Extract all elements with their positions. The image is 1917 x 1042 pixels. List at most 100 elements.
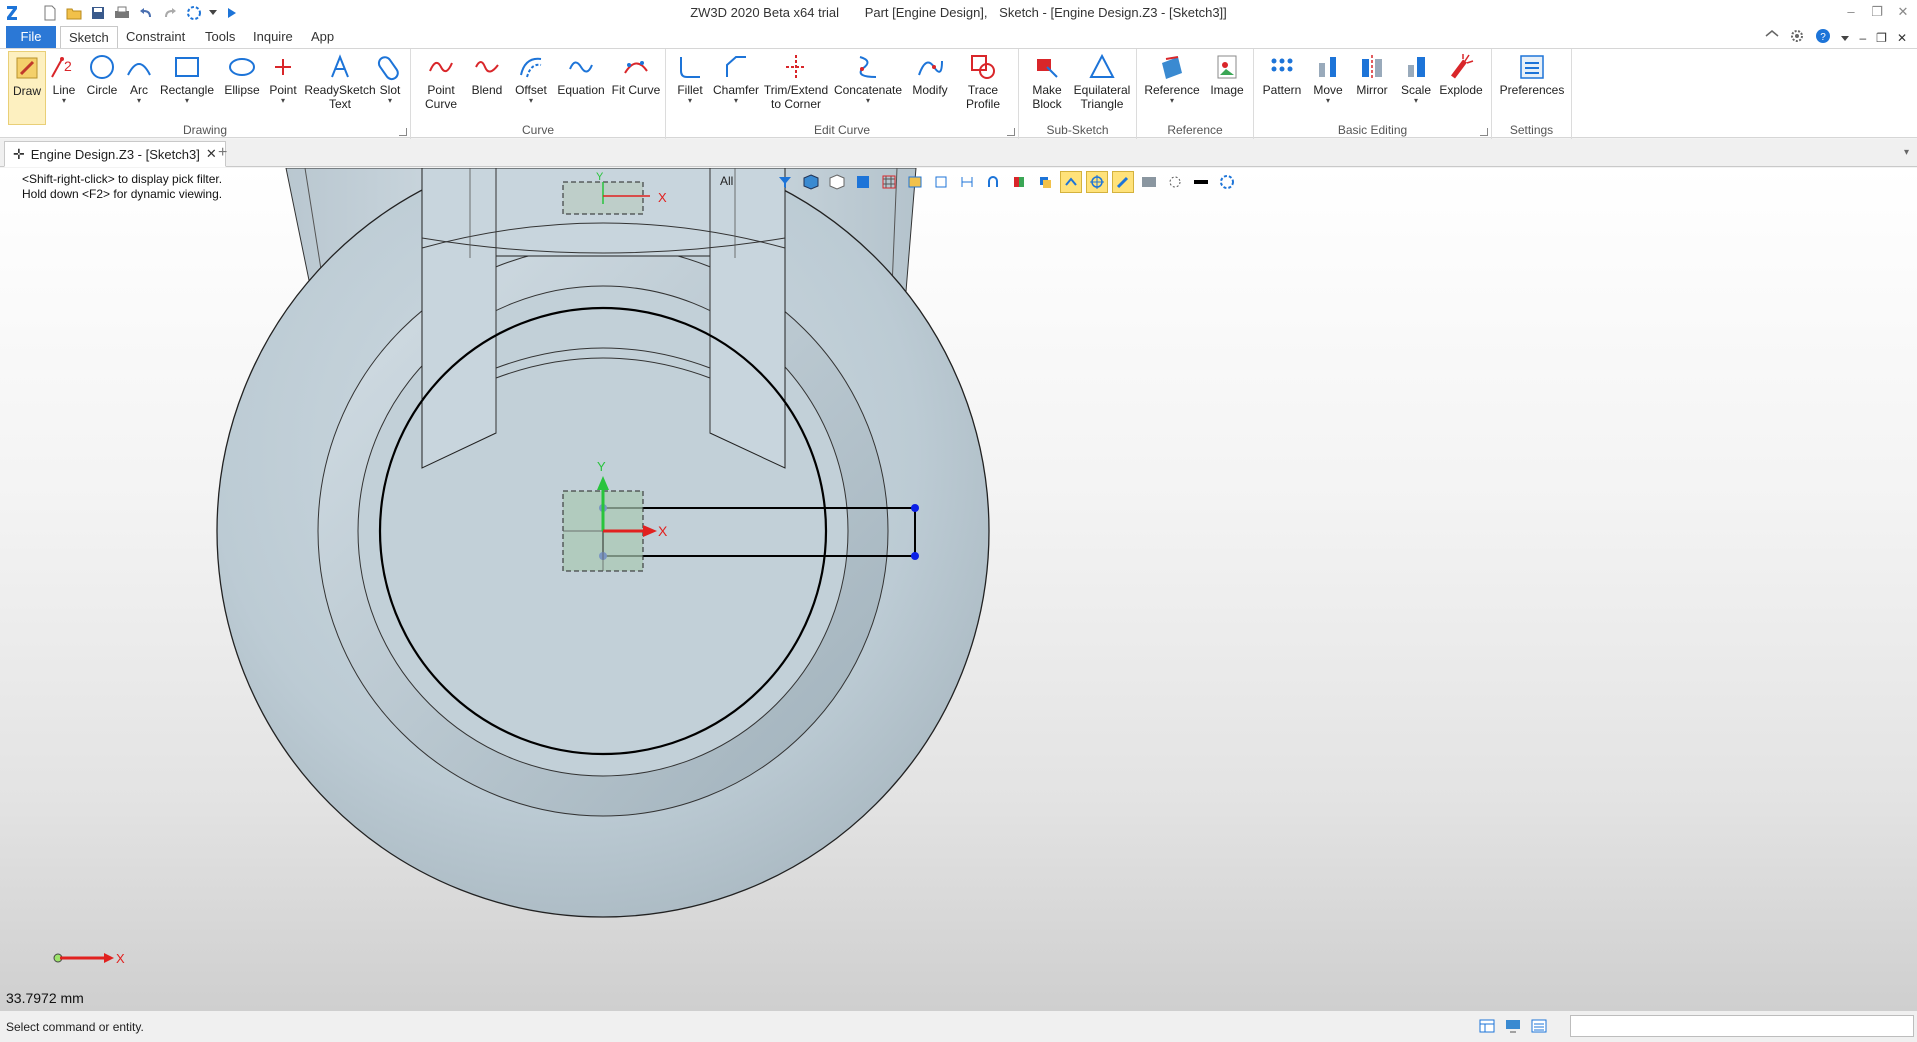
concatenate-button[interactable]: Concatenate ▾ bbox=[832, 51, 904, 125]
tab-list-dropdown-icon[interactable]: ▾ bbox=[1904, 147, 1909, 158]
magnet-icon[interactable] bbox=[982, 171, 1004, 193]
constraint-toggle-icon[interactable] bbox=[1060, 171, 1082, 193]
display-mode-icon[interactable] bbox=[852, 171, 874, 193]
layout-icon[interactable] bbox=[1478, 1017, 1496, 1035]
menu-bar: File Sketch Constraint Tools Inquire App… bbox=[0, 26, 1917, 48]
slot-icon bbox=[374, 51, 406, 83]
mirror-button[interactable]: Mirror bbox=[1350, 51, 1394, 125]
section-icon[interactable] bbox=[904, 171, 926, 193]
filter-funnel-icon[interactable] bbox=[774, 171, 796, 193]
status-icons bbox=[1478, 1017, 1548, 1035]
equation-icon bbox=[565, 51, 597, 83]
basic-editing-launcher-icon[interactable] bbox=[1480, 128, 1488, 136]
circle-button[interactable]: Circle bbox=[84, 51, 120, 125]
menu-right-tools: ? – ❐ ✕ bbox=[1765, 28, 1907, 47]
line-button[interactable]: 2 Line ▾ bbox=[48, 51, 80, 125]
list-icon[interactable] bbox=[1530, 1017, 1548, 1035]
offset-icon bbox=[515, 51, 547, 83]
maximize-button[interactable]: ❐ bbox=[1867, 2, 1887, 22]
help-dropdown-icon[interactable] bbox=[1841, 31, 1850, 45]
scale-button[interactable]: Scale ▾ bbox=[1398, 51, 1434, 125]
document-tab[interactable]: ✛ Engine Design.Z3 - [Sketch3] ✕ bbox=[4, 141, 226, 167]
reference-button[interactable]: Reference ▾ bbox=[1143, 51, 1201, 125]
gear-icon[interactable] bbox=[1789, 28, 1805, 47]
tab-sketch[interactable]: Sketch bbox=[60, 26, 118, 48]
rect-corner-handle[interactable] bbox=[911, 552, 919, 560]
top-datum-x-label: X bbox=[658, 190, 667, 205]
doc-restore-button[interactable]: ❐ bbox=[1876, 31, 1887, 45]
move-button[interactable]: Move ▾ bbox=[1308, 51, 1348, 125]
group-label-settings: Settings bbox=[1509, 123, 1554, 137]
measurement-readout: 33.7972 mm bbox=[6, 990, 84, 1006]
chamfer-icon bbox=[720, 51, 752, 83]
equilateral-triangle-button[interactable]: Equilateral Triangle bbox=[1071, 51, 1133, 125]
draw-button[interactable]: Draw bbox=[8, 51, 46, 125]
ellipse-button[interactable]: Ellipse bbox=[220, 51, 264, 125]
rectangle-button[interactable]: Rectangle ▾ bbox=[158, 51, 216, 125]
edit-curve-launcher-icon[interactable] bbox=[1007, 128, 1015, 136]
point-curve-button[interactable]: Point Curve bbox=[419, 51, 463, 125]
tab-app[interactable]: App bbox=[303, 26, 342, 48]
layer-icon[interactable] bbox=[1034, 171, 1056, 193]
close-window-button[interactable]: ✕ bbox=[1893, 2, 1913, 22]
offset-button[interactable]: Offset ▾ bbox=[511, 51, 551, 125]
tab-constraint[interactable]: Constraint bbox=[118, 26, 193, 48]
preferences-icon bbox=[1516, 51, 1548, 83]
screen-icon[interactable] bbox=[1504, 1017, 1522, 1035]
trim-extend-button[interactable]: Trim/Extend to Corner bbox=[764, 51, 828, 125]
dashed-select-icon[interactable] bbox=[1164, 171, 1186, 193]
zoom-fit-icon[interactable] bbox=[930, 171, 952, 193]
doc-close-button[interactable]: ✕ bbox=[1897, 31, 1907, 45]
tab-tools[interactable]: Tools bbox=[197, 26, 243, 48]
preferences-button[interactable]: Preferences bbox=[1498, 51, 1566, 125]
model-scene[interactable]: X Y X Y bbox=[0, 168, 1917, 1010]
dimension-icon[interactable] bbox=[956, 171, 978, 193]
trace-profile-button[interactable]: Trace Profile bbox=[958, 51, 1008, 125]
explode-icon bbox=[1445, 51, 1477, 83]
point-button[interactable]: Point ▾ bbox=[266, 51, 300, 125]
orbit-icon[interactable] bbox=[1216, 171, 1238, 193]
home-icon[interactable] bbox=[1765, 30, 1779, 45]
fit-curve-button[interactable]: Fit Curve bbox=[609, 51, 663, 125]
minimize-button[interactable]: – bbox=[1841, 2, 1861, 22]
pencil-toggle-icon[interactable] bbox=[1112, 171, 1134, 193]
slot-button[interactable]: Slot ▾ bbox=[374, 51, 406, 125]
arc-button[interactable]: Arc ▾ bbox=[124, 51, 154, 125]
circle-icon bbox=[86, 51, 118, 83]
rect-corner-handle[interactable] bbox=[911, 504, 919, 512]
help-icon[interactable]: ? bbox=[1815, 28, 1831, 47]
new-tab-icon[interactable]: + bbox=[218, 144, 227, 162]
grid-icon[interactable] bbox=[878, 171, 900, 193]
line-weight-icon[interactable] bbox=[1190, 171, 1212, 193]
snap-target-icon[interactable] bbox=[1086, 171, 1108, 193]
trim-icon bbox=[780, 51, 812, 83]
sketch-x-label: X bbox=[658, 523, 668, 539]
pattern-icon bbox=[1266, 51, 1298, 83]
readysketch-text-button[interactable]: ReadySketch Text bbox=[304, 51, 376, 125]
drawing-launcher-icon[interactable] bbox=[399, 128, 407, 136]
blend-icon bbox=[471, 51, 503, 83]
group-basic-editing: Pattern Move ▾ Mirror Scale ▾ Explode Ba… bbox=[1254, 49, 1492, 139]
pick-filter-dropdown[interactable]: All bbox=[720, 174, 733, 188]
make-block-button[interactable]: Make Block bbox=[1027, 51, 1067, 125]
tab-inquire[interactable]: Inquire bbox=[245, 26, 301, 48]
draw-icon bbox=[11, 52, 43, 84]
equation-button[interactable]: Equation bbox=[555, 51, 607, 125]
blend-button[interactable]: Blend bbox=[467, 51, 507, 125]
view-cube-icon[interactable] bbox=[826, 171, 848, 193]
file-menu[interactable]: File bbox=[6, 26, 56, 48]
doc-minimize-button[interactable]: – bbox=[1859, 31, 1866, 45]
color-icon[interactable] bbox=[1008, 171, 1030, 193]
image-button[interactable]: Image bbox=[1207, 51, 1247, 125]
shaded-cube-icon[interactable] bbox=[800, 171, 822, 193]
modify-button[interactable]: Modify bbox=[908, 51, 952, 125]
render-mode-icon[interactable] bbox=[1138, 171, 1160, 193]
fillet-button[interactable]: Fillet ▾ bbox=[672, 51, 708, 125]
chamfer-button[interactable]: Chamfer ▾ bbox=[712, 51, 760, 125]
pattern-button[interactable]: Pattern bbox=[1260, 51, 1304, 125]
command-input[interactable] bbox=[1570, 1015, 1914, 1037]
close-tab-icon[interactable]: ✕ bbox=[206, 146, 217, 162]
explode-button[interactable]: Explode bbox=[1438, 51, 1484, 125]
graphics-viewport[interactable]: X Y X Y <Shift-right-click> to display p… bbox=[0, 168, 1917, 1010]
view-triad: X bbox=[53, 951, 125, 966]
